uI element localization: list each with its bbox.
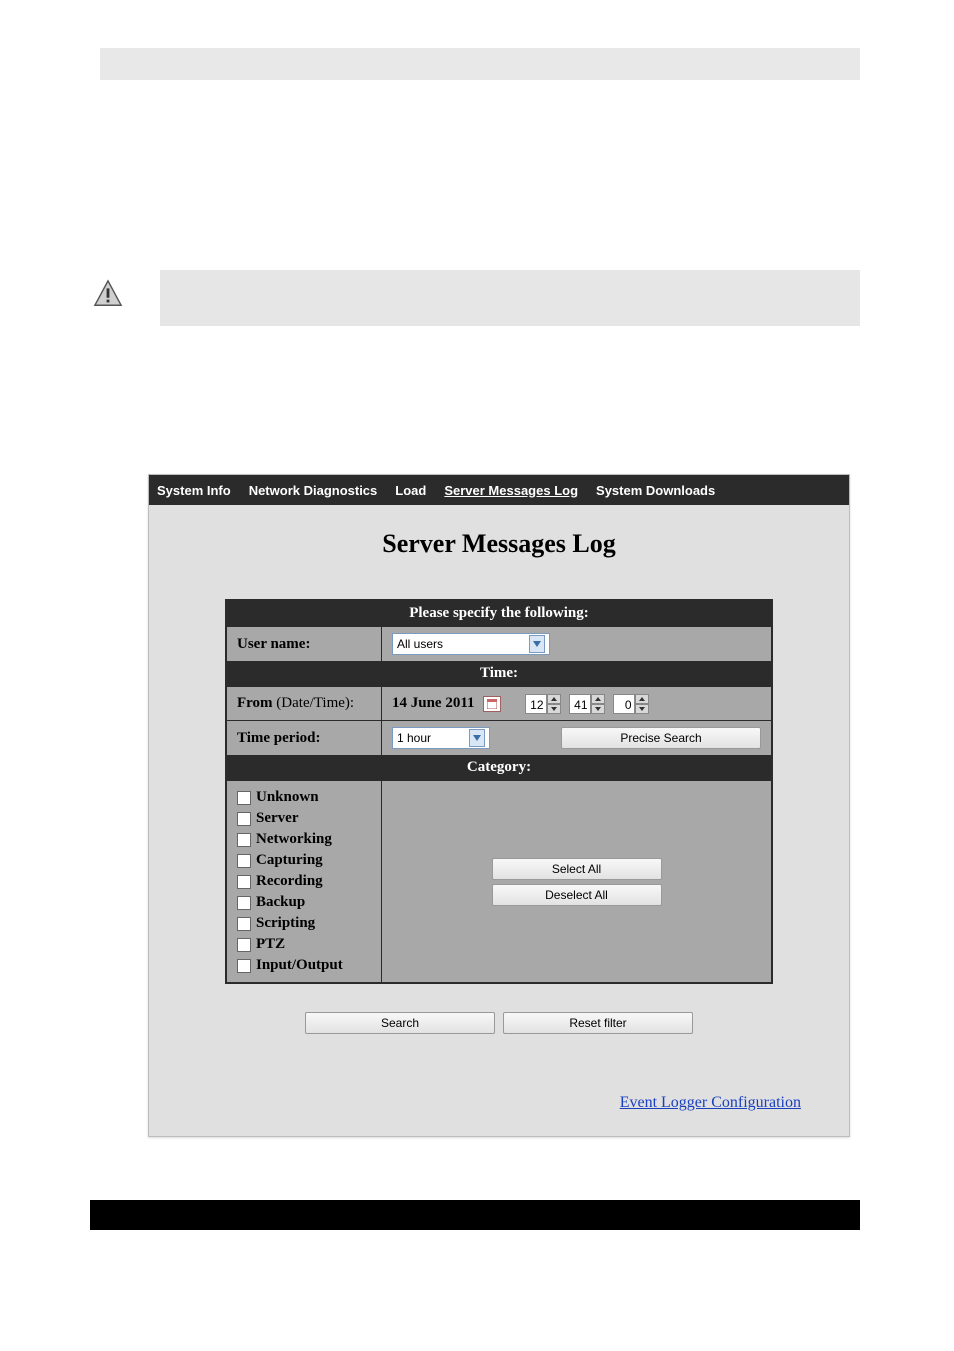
category-recording[interactable]: Recording: [237, 873, 371, 890]
checkbox-icon[interactable]: [237, 854, 251, 868]
tab-system-info[interactable]: System Info: [157, 483, 231, 498]
checkbox-icon[interactable]: [237, 833, 251, 847]
search-button[interactable]: Search: [305, 1012, 495, 1034]
period-select-value: 1 hour: [397, 731, 465, 745]
second-spinner[interactable]: 0: [613, 694, 649, 714]
category-server[interactable]: Server: [237, 810, 371, 827]
category-ptz[interactable]: PTZ: [237, 936, 371, 953]
checkbox-icon[interactable]: [237, 938, 251, 952]
section-header-category: Category:: [227, 755, 771, 780]
period-select[interactable]: 1 hour: [392, 727, 490, 749]
checkbox-icon[interactable]: [237, 791, 251, 805]
minute-spinner[interactable]: 41: [569, 694, 605, 714]
minute-down-button[interactable]: [591, 704, 605, 714]
category-backup[interactable]: Backup: [237, 894, 371, 911]
chevron-down-icon: [529, 635, 545, 653]
checkbox-icon[interactable]: [237, 959, 251, 973]
category-list: Unknown Server Networking Capturing Reco…: [227, 781, 382, 982]
category-input-output[interactable]: Input/Output: [237, 957, 371, 974]
deselect-all-button[interactable]: Deselect All: [492, 884, 662, 906]
from-date-value: 14 June 2011: [392, 695, 475, 712]
page-title: Server Messages Log: [149, 505, 849, 599]
page-footer-bar: [90, 1200, 860, 1230]
second-value[interactable]: 0: [613, 694, 635, 714]
hour-up-button[interactable]: [547, 694, 561, 704]
second-down-button[interactable]: [635, 704, 649, 714]
section-header-specify: Please specify the following:: [227, 601, 771, 626]
checkbox-icon[interactable]: [237, 812, 251, 826]
category-scripting[interactable]: Scripting: [237, 915, 371, 932]
minute-up-button[interactable]: [591, 694, 605, 704]
event-logger-config-link[interactable]: Event Logger Configuration: [620, 1094, 801, 1111]
note-box: [160, 270, 860, 326]
app-window: System Info Network Diagnostics Load Ser…: [148, 474, 850, 1137]
label-from: From (Date/Time):: [227, 687, 382, 720]
tab-system-downloads[interactable]: System Downloads: [596, 483, 715, 498]
calendar-icon[interactable]: [483, 696, 501, 712]
user-select[interactable]: All users: [392, 633, 550, 655]
label-period: Time period:: [227, 721, 382, 755]
hour-value[interactable]: 12: [525, 694, 547, 714]
second-up-button[interactable]: [635, 694, 649, 704]
category-unknown[interactable]: Unknown: [237, 789, 371, 806]
user-select-value: All users: [397, 637, 525, 651]
tab-bar: System Info Network Diagnostics Load Ser…: [149, 475, 849, 505]
checkbox-icon[interactable]: [237, 896, 251, 910]
warning-icon: [92, 278, 124, 310]
reset-filter-button[interactable]: Reset filter: [503, 1012, 693, 1034]
category-capturing[interactable]: Capturing: [237, 852, 371, 869]
hour-down-button[interactable]: [547, 704, 561, 714]
select-all-button[interactable]: Select All: [492, 858, 662, 880]
category-networking[interactable]: Networking: [237, 831, 371, 848]
precise-search-button[interactable]: Precise Search: [561, 727, 761, 749]
filter-form: Please specify the following: User name:…: [225, 599, 773, 984]
page-header-bar: [100, 48, 860, 80]
label-username: User name:: [227, 627, 382, 661]
minute-value[interactable]: 41: [569, 694, 591, 714]
chevron-down-icon: [469, 729, 485, 747]
tab-load[interactable]: Load: [395, 483, 426, 498]
section-header-time: Time:: [227, 661, 771, 686]
tab-server-messages-log[interactable]: Server Messages Log: [444, 483, 578, 498]
checkbox-icon[interactable]: [237, 917, 251, 931]
checkbox-icon[interactable]: [237, 875, 251, 889]
hour-spinner[interactable]: 12: [525, 694, 561, 714]
tab-network-diagnostics[interactable]: Network Diagnostics: [249, 483, 378, 498]
